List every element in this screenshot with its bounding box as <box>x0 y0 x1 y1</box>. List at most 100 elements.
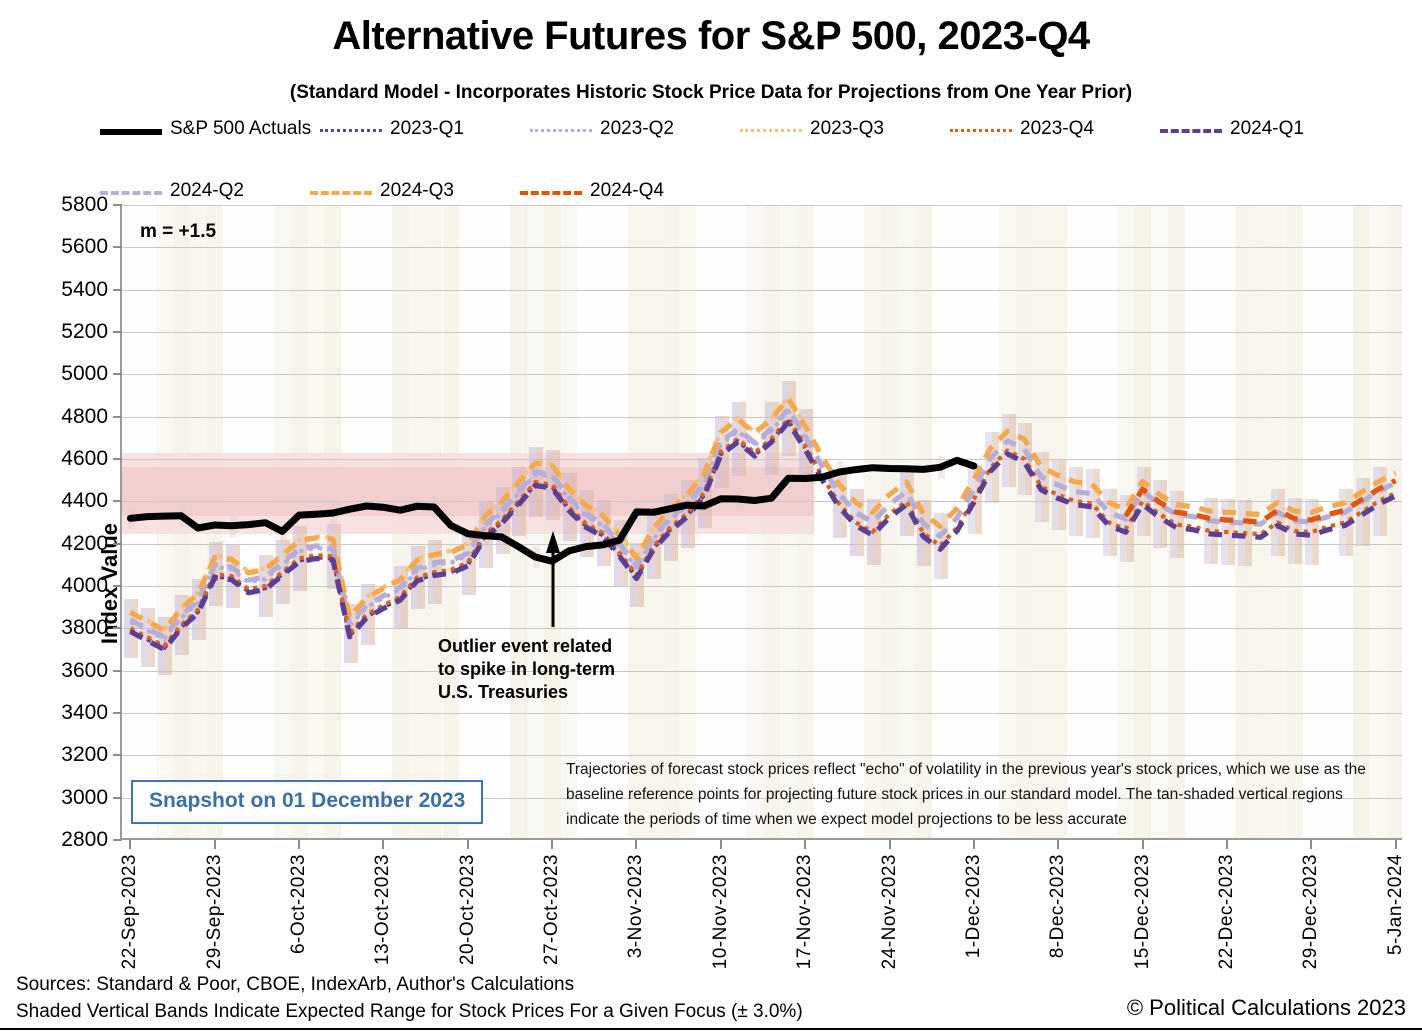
page-subtitle: (Standard Model - Incorporates Historic … <box>289 82 1133 103</box>
x-axis-label: 22-Dec-2023 <box>1215 854 1237 970</box>
legend-label: 2023-Q2 <box>600 118 674 139</box>
y-axis-tick <box>113 373 122 376</box>
plot-area: m = +1.5 Outlier event related to spike … <box>61 193 1405 969</box>
copyright-label: © Political Calculations 2023 <box>1126 995 1406 1020</box>
y-axis-label: 5400 <box>61 277 108 301</box>
x-axis-tick <box>551 840 554 849</box>
snapshot-badge: Snapshot on 01 December 2023 <box>131 780 484 824</box>
y-axis-label: 4200 <box>61 531 108 555</box>
x-axis-label: 27-Oct-2023 <box>541 854 563 966</box>
y-axis-tick <box>113 204 122 206</box>
legend-item-2024-q3[interactable]: 2024-Q3 <box>310 180 454 202</box>
legend-item-2023-q2[interactable]: 2023-Q2 <box>530 118 674 140</box>
x-axis-tick <box>1225 840 1228 849</box>
x-axis-tick <box>466 840 469 849</box>
legend-label: S&P 500 Actuals <box>170 118 312 139</box>
x-axis-label: 20-Oct-2023 <box>456 854 478 966</box>
legend-item-2023-q4[interactable]: 2023-Q4 <box>950 118 1094 140</box>
x-axis-label: 22-Sep-2023 <box>119 854 141 970</box>
series-line-2024-q1 <box>129 419 1397 653</box>
x-axis-label: 24-Nov-2023 <box>878 854 900 970</box>
y-axis-label: 5800 <box>61 193 108 216</box>
sources-line: Sources: Standard & Poor, CBOE, IndexArb… <box>16 974 575 995</box>
x-axis-tick <box>382 840 385 849</box>
y-axis-tick <box>113 542 122 545</box>
series-line-2023-q3 <box>129 395 807 632</box>
outlier-callout: Outlier event related to spike in long-t… <box>438 635 615 704</box>
legend-item-2023-q3[interactable]: 2023-Q3 <box>740 118 884 140</box>
y-axis-tick <box>113 458 122 460</box>
sources-footer: Sources: Standard & Poor, CBOE, IndexArb… <box>16 972 803 1026</box>
y-axis-tick <box>113 754 122 757</box>
x-axis-label: 1-Dec-2023 <box>962 854 984 959</box>
y-axis-label: 4000 <box>61 574 108 597</box>
plot-background-layer <box>122 205 1402 838</box>
x-axis-label: 29-Dec-2023 <box>1300 854 1322 970</box>
y-axis-label: 3000 <box>61 785 108 809</box>
legend-item-2024-q4[interactable]: 2024-Q4 <box>520 180 664 202</box>
legend-item-2024-q2[interactable]: 2024-Q2 <box>100 180 244 202</box>
page-title: Alternative Futures for S&P 500, 2023-Q4 <box>332 14 1090 58</box>
y-axis-label: 4600 <box>61 447 108 470</box>
footer-divider <box>0 1028 1422 1030</box>
x-axis-tick <box>804 840 807 849</box>
y-axis-tick <box>113 288 122 291</box>
y-axis-tick <box>113 585 122 587</box>
x-axis-label: 5-Jan-2024 <box>1384 854 1406 956</box>
y-axis-label: 5000 <box>61 362 108 386</box>
x-axis-tick <box>1310 840 1313 849</box>
x-axis-tick <box>888 840 891 849</box>
y-axis-label: 5200 <box>61 320 108 343</box>
outlier-callout-line3: U.S. Treasuries <box>438 682 569 703</box>
shaded-bands-line: Shaded Vertical Bands Indicate Expected … <box>16 1000 803 1022</box>
x-axis-tick <box>719 840 722 849</box>
y-axis-label: 2800 <box>61 828 108 851</box>
legend-label: 2023-Q4 <box>1020 118 1094 139</box>
x-axis-label: 10-Nov-2023 <box>709 854 731 970</box>
y-axis-label: 3200 <box>61 743 108 767</box>
legend-label: 2024-Q4 <box>590 180 664 201</box>
legend-label: 2023-Q1 <box>390 118 464 139</box>
legend-item-2023-q1[interactable]: 2023-Q1 <box>320 118 464 140</box>
x-axis-tick <box>972 840 975 849</box>
legend-label: 2024-Q2 <box>170 180 244 201</box>
x-axis-label: 6-Oct-2023 <box>288 854 310 955</box>
x-axis-label: 13-Oct-2023 <box>372 854 394 966</box>
y-axis-tick <box>113 712 122 714</box>
series-lines <box>126 395 1397 653</box>
x-axis-label: 3-Nov-2023 <box>625 854 647 959</box>
y-axis-tick <box>113 415 122 418</box>
legend-label: 2024-Q3 <box>380 180 454 201</box>
y-axis-tick <box>113 627 122 630</box>
x-axis-tick <box>1141 840 1144 849</box>
slope-label: m = +1.5 <box>140 221 217 242</box>
y-axis-label: 3600 <box>61 658 108 682</box>
y-axis-label: 4800 <box>61 404 108 428</box>
x-axis-tick <box>213 840 216 849</box>
y-axis-tick <box>113 796 122 799</box>
legend-label: 2023-Q3 <box>810 118 884 139</box>
x-axis-tick <box>1394 840 1397 849</box>
y-axis-tick <box>113 500 122 503</box>
x-axis-tick <box>298 840 301 849</box>
legend-label: 2024-Q1 <box>1230 118 1304 139</box>
x-axis-label: 29-Sep-2023 <box>203 854 225 970</box>
legend-item-2024-q1[interactable]: 2024-Q1 <box>1160 118 1304 140</box>
x-axis-label: 17-Nov-2023 <box>794 854 816 970</box>
y-axis-tick <box>113 246 122 249</box>
y-axis-tick <box>113 669 122 672</box>
series-line-2024-q2 <box>129 406 1397 640</box>
x-axis-label: 15-Dec-2023 <box>1131 854 1153 970</box>
outlier-callout-line1: Outlier event related <box>438 636 613 656</box>
y-axis-tick <box>113 839 122 841</box>
x-axis-tick <box>635 840 638 849</box>
legend-item-s-p-500-actuals[interactable]: S&P 500 Actuals <box>100 118 311 140</box>
outlier-callout-line2: to spike in long-term <box>438 659 616 680</box>
y-axis-label: 4400 <box>61 489 108 513</box>
x-axis-tick <box>129 840 132 849</box>
y-axis-tick <box>113 331 122 333</box>
chart-legend: S&P 500 Actuals 2023-Q1 2023-Q2 2023-Q3 2023… <box>100 118 1410 201</box>
y-axis-label: 5600 <box>61 235 108 259</box>
y-axis-label: 3800 <box>61 616 108 640</box>
series-line-2023-q4 <box>129 416 1397 648</box>
